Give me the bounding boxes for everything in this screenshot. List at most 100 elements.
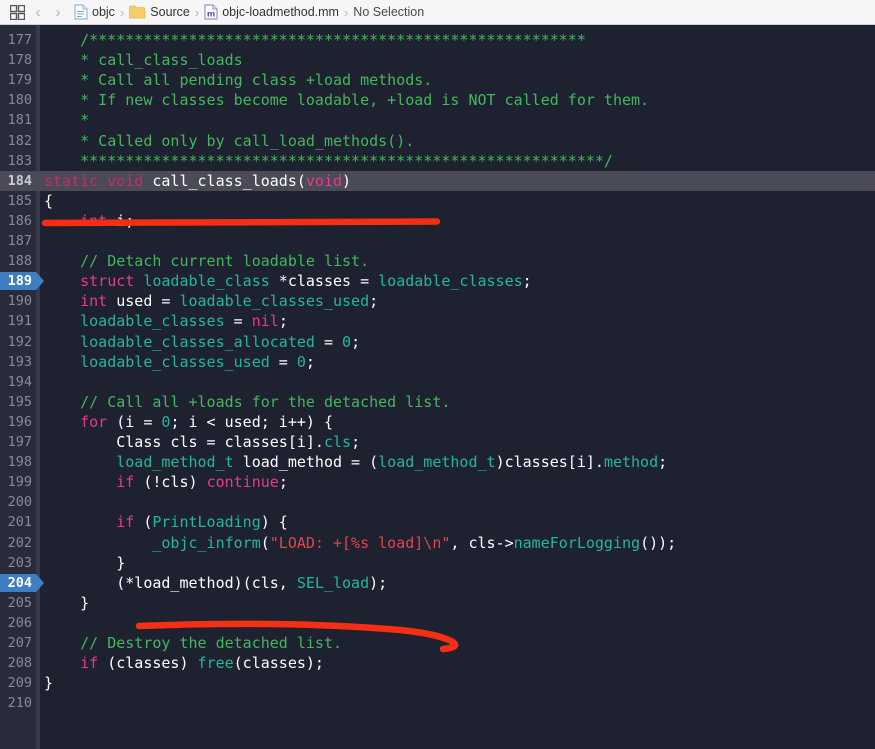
breadcrumb-item-selection[interactable]: No Selection — [353, 5, 424, 19]
code-line[interactable]: 186 int i; — [0, 211, 875, 231]
line-number[interactable]: 185 — [0, 191, 32, 211]
line-number[interactable]: 198 — [0, 452, 32, 472]
line-number[interactable]: 178 — [0, 50, 32, 70]
code-text[interactable]: if (PrintLoading) { — [44, 512, 288, 532]
code-text[interactable]: if (!cls) continue; — [44, 472, 288, 492]
code-line[interactable]: 195 // Call all +loads for the detached … — [0, 392, 875, 412]
code-text[interactable]: } — [44, 673, 53, 693]
line-number[interactable]: 208 — [0, 653, 32, 673]
breadcrumb-item-project[interactable]: objc — [74, 4, 115, 20]
code-text[interactable]: loadable_classes_allocated = 0; — [44, 332, 360, 352]
code-editor[interactable]: 177 /***********************************… — [0, 25, 875, 749]
line-number[interactable]: 209 — [0, 673, 32, 693]
code-text[interactable]: loadable_classes_used = 0; — [44, 352, 315, 372]
code-line[interactable]: 197 Class cls = classes[i].cls; — [0, 432, 875, 452]
line-number[interactable]: 188 — [0, 251, 32, 271]
line-number[interactable]: 189 — [0, 271, 32, 291]
code-text[interactable]: * call_class_loads — [44, 50, 243, 70]
line-number[interactable]: 202 — [0, 533, 32, 553]
code-line[interactable]: 203 } — [0, 553, 875, 573]
code-line[interactable]: 209} — [0, 673, 875, 693]
code-line[interactable]: 187 — [0, 231, 875, 251]
code-line[interactable]: 206 — [0, 613, 875, 633]
code-line[interactable]: 189 struct loadable_class *classes = loa… — [0, 271, 875, 291]
code-line[interactable]: 192 loadable_classes_allocated = 0; — [0, 332, 875, 352]
code-line[interactable]: 178 * call_class_loads — [0, 50, 875, 70]
code-text[interactable]: * Called only by call_load_methods(). — [44, 131, 414, 151]
code-text[interactable]: load_method_t load_method = (load_method… — [44, 452, 667, 472]
line-number[interactable]: 177 — [0, 30, 32, 50]
code-text[interactable]: if (classes) free(classes); — [44, 653, 324, 673]
code-text[interactable]: // Call all +loads for the detached list… — [44, 392, 450, 412]
code-text[interactable]: loadable_classes = nil; — [44, 311, 288, 331]
line-number[interactable]: 203 — [0, 553, 32, 573]
line-number[interactable]: 179 — [0, 70, 32, 90]
panel-toggle-button[interactable] — [6, 1, 28, 23]
code-text[interactable]: (*load_method)(cls, SEL_load); — [44, 573, 387, 593]
code-line[interactable]: 185 { — [0, 191, 875, 211]
line-number[interactable]: 196 — [0, 412, 32, 432]
code-line[interactable]: 179 * Call all pending class +load metho… — [0, 70, 875, 90]
code-line[interactable]: 196 for (i = 0; i < used; i++) { — [0, 412, 875, 432]
line-number[interactable]: 201 — [0, 512, 32, 532]
code-line[interactable]: 183 ************************************… — [0, 151, 875, 171]
code-text[interactable]: static void call_class_loads(void) — [44, 171, 351, 191]
line-number[interactable]: 192 — [0, 332, 32, 352]
code-line[interactable]: 198 load_method_t load_method = (load_me… — [0, 452, 875, 472]
code-line[interactable]: 191 loadable_classes = nil; — [0, 311, 875, 331]
code-line[interactable]: 180 * If new classes become loadable, +l… — [0, 90, 875, 110]
code-line[interactable]: 188 // Detach current loadable list. — [0, 251, 875, 271]
line-number[interactable]: 210 — [0, 693, 32, 713]
code-text[interactable]: } — [44, 553, 125, 573]
line-number[interactable]: 190 — [0, 291, 32, 311]
code-text[interactable]: struct loadable_class *classes = loadabl… — [44, 271, 532, 291]
line-number[interactable]: 207 — [0, 633, 32, 653]
code-line[interactable]: 207 // Destroy the detached list. — [0, 633, 875, 653]
code-text[interactable]: } — [44, 593, 89, 613]
line-number[interactable]: 195 — [0, 392, 32, 412]
breadcrumb-item-file[interactable]: m objc-loadmethod.mm — [204, 4, 339, 20]
code-line[interactable]: 182 * Called only by call_load_methods()… — [0, 131, 875, 151]
line-number[interactable]: 194 — [0, 372, 32, 392]
line-number[interactable]: 180 — [0, 90, 32, 110]
code-text[interactable]: for (i = 0; i < used; i++) { — [44, 412, 333, 432]
code-text[interactable]: _objc_inform("LOAD: +[%s load]\n", cls->… — [44, 533, 676, 553]
line-number[interactable]: 206 — [0, 613, 32, 633]
line-number[interactable]: 205 — [0, 593, 32, 613]
code-line[interactable]: 205 } — [0, 593, 875, 613]
code-text[interactable]: { — [44, 191, 53, 211]
code-text[interactable]: // Destroy the detached list. — [44, 633, 342, 653]
code-line[interactable]: 200 — [0, 492, 875, 512]
code-text[interactable]: Class cls = classes[i].cls; — [44, 432, 360, 452]
code-line[interactable]: 210 — [0, 693, 875, 713]
line-number[interactable]: 181 — [0, 110, 32, 130]
code-line[interactable]: 204 (*load_method)(cls, SEL_load); — [0, 573, 875, 593]
line-number[interactable]: 187 — [0, 231, 32, 251]
code-line[interactable]: 193 loadable_classes_used = 0; — [0, 352, 875, 372]
code-text[interactable]: int used = loadable_classes_used; — [44, 291, 378, 311]
code-line[interactable]: 194 — [0, 372, 875, 392]
navigate-forward-button[interactable]: › — [48, 5, 68, 20]
line-number[interactable]: 204 — [0, 573, 32, 593]
line-number[interactable]: 182 — [0, 131, 32, 151]
code-text[interactable]: * If new classes become loadable, +load … — [44, 90, 649, 110]
code-text[interactable]: // Detach current loadable list. — [44, 251, 369, 271]
breadcrumb-item-folder[interactable]: Source — [129, 5, 190, 19]
code-line[interactable]: 177 /***********************************… — [0, 30, 875, 50]
code-line[interactable]: 201 if (PrintLoading) { — [0, 512, 875, 532]
navigate-back-button[interactable]: ‹ — [28, 5, 48, 20]
code-line[interactable]: 208 if (classes) free(classes); — [0, 653, 875, 673]
code-text[interactable]: /***************************************… — [44, 30, 586, 50]
line-number[interactable]: 197 — [0, 432, 32, 452]
line-number[interactable]: 183 — [0, 151, 32, 171]
code-line[interactable]: 202 _objc_inform("LOAD: +[%s load]\n", c… — [0, 533, 875, 553]
code-text[interactable]: * Call all pending class +load methods. — [44, 70, 432, 90]
code-text[interactable]: * — [44, 110, 89, 130]
line-number[interactable]: 184 — [0, 171, 32, 191]
code-line[interactable]: 199 if (!cls) continue; — [0, 472, 875, 492]
line-number[interactable]: 186 — [0, 211, 32, 231]
code-text[interactable]: int i; — [44, 211, 134, 231]
line-number[interactable]: 199 — [0, 472, 32, 492]
code-line[interactable]: 181 * — [0, 110, 875, 130]
code-line[interactable]: 184 static void call_class_loads(void) — [0, 170, 875, 191]
